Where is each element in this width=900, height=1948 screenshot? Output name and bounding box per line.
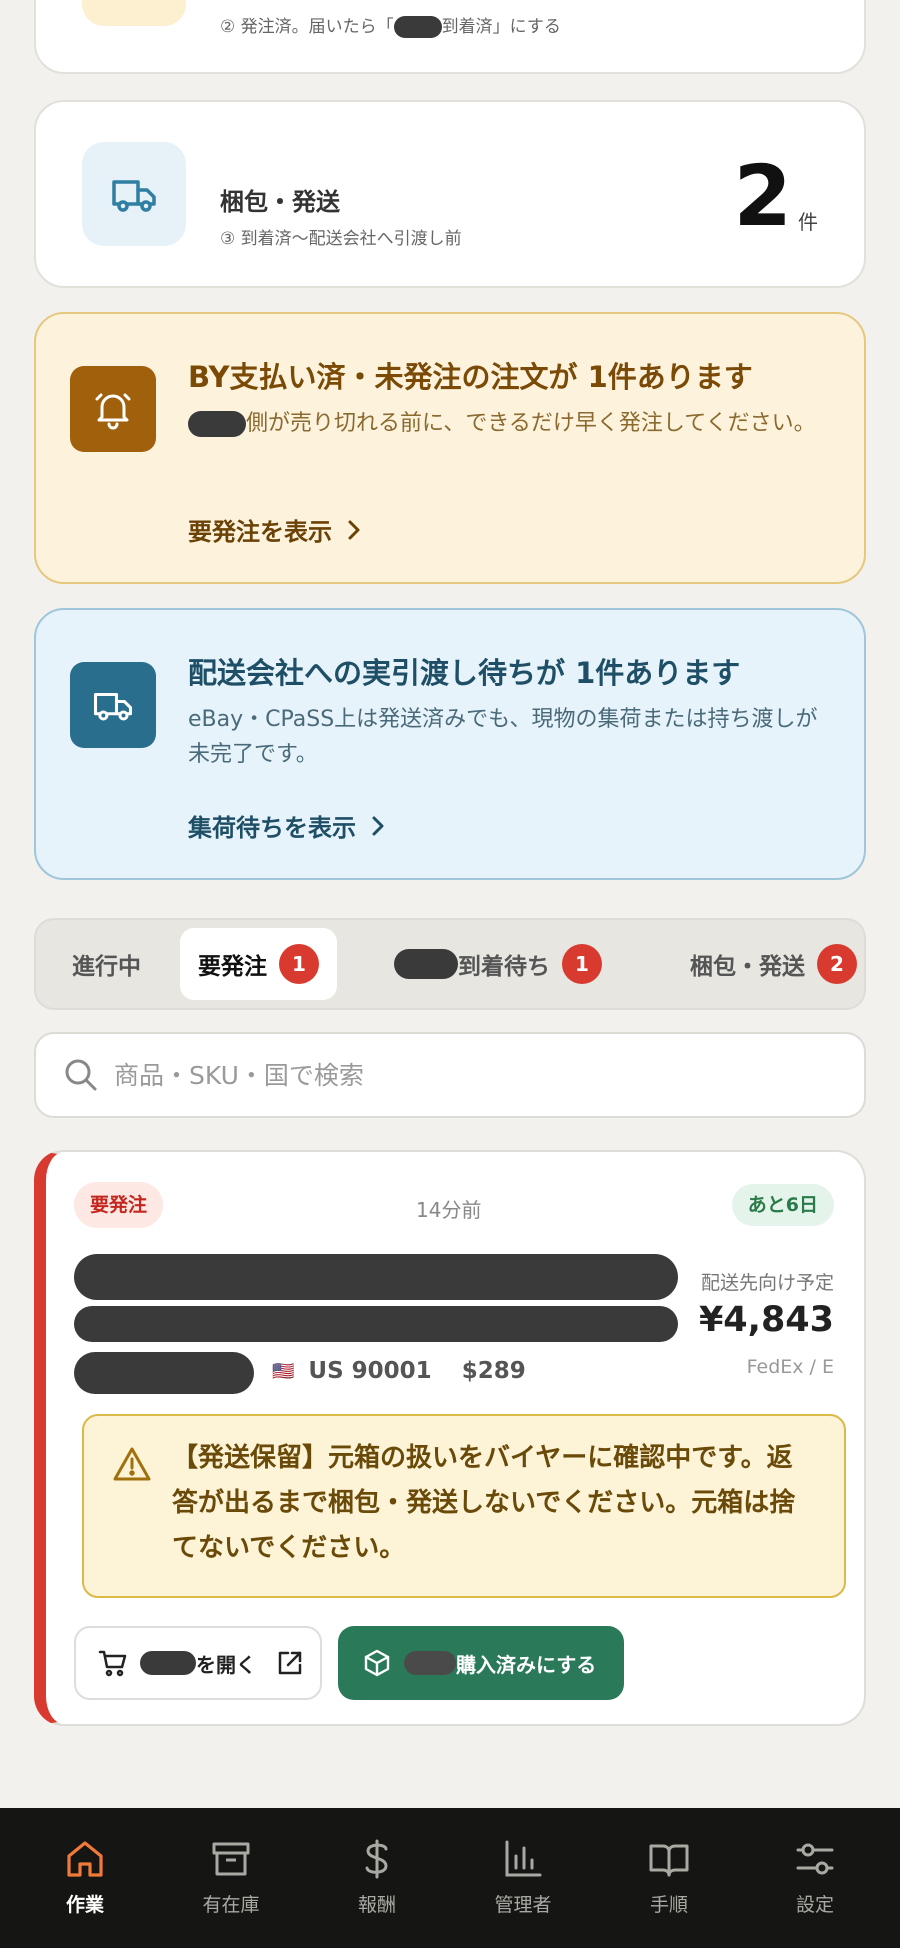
count-badge: 2 [817,944,857,984]
box-check-icon [364,1649,390,1677]
nav-item-stock[interactable]: 有在庫 [158,1838,304,1917]
tab-order-needed[interactable]: 要発注 1 [180,928,337,1000]
stat-icon-box [82,0,186,26]
alert-body: eBay・CPaSS上は発送済みでも、現物の集荷または持ち渡しが未完了です。 [188,707,818,767]
redacted-text [140,1651,196,1675]
product-title-redacted [74,1306,678,1342]
show-pickup-pending-link[interactable]: 集荷待ちを表示 [188,808,386,843]
nav-label: 手順 [649,1894,688,1916]
chevron-right-icon [348,520,360,539]
alert-icon-box [70,366,156,452]
flag-icon: 🇺🇸 [272,1360,295,1382]
dollar-icon [365,1839,388,1879]
tab-label: 梱包・発送 [690,954,805,980]
sliders-icon [796,1843,834,1875]
cart-icon [98,1650,127,1677]
nav-item-work[interactable]: 作業 [12,1838,158,1917]
shipping-label: 配送先向け予定 [700,1272,834,1294]
nav-label: 有在庫 [202,1894,260,1916]
warning-icon [113,1447,151,1481]
tab-label: 進行中 [72,954,141,980]
open-store-button[interactable]: を開く [74,1626,322,1700]
nav-item-settings[interactable]: 設定 [742,1838,888,1917]
status-badge: 要発注 [74,1182,164,1228]
show-order-needed-link[interactable]: 要発注を表示 [188,512,362,547]
stat-card-ordered[interactable]: ② 発注済。届いたら「到着済」にする 1 件 [34,0,866,74]
stat-subtitle: ② 発注済。届いたら「 到着済」にする [220,16,561,38]
search-bar [34,1032,866,1118]
truck-icon [93,692,133,721]
nav-label: 管理者 [494,1894,552,1916]
carrier: FedEx / E [746,1356,834,1378]
button-label: 購入済みにする [456,1652,597,1677]
tab-label: 到着待ち [458,954,550,980]
search-input[interactable] [114,1060,814,1090]
nav-item-guide[interactable]: 手順 [596,1838,742,1917]
home-icon [67,1841,103,1877]
shipping-hold-warning: 【発送保留】元箱の扱いをバイヤーに確認中です。返答が出るまで梱包・発送しないでく… [82,1414,846,1598]
tab-label: 要発注 [198,954,267,980]
count-badge: 1 [562,944,602,984]
stat-count: 2 [733,147,792,245]
order-time: 14分前 [416,1198,482,1222]
truck-icon [112,180,156,212]
nav-item-admin[interactable]: 管理者 [450,1838,596,1917]
mark-purchased-button[interactable]: 購入済みにする [338,1626,624,1700]
alert-pickup-pending: 配送会社への実引渡し待ちが 1件あります eBay・CPaSS上は発送済みでも、… [34,608,866,880]
count-badge: 1 [279,944,319,984]
alert-title: 配送会社への実引渡し待ちが 1件あります [188,656,741,690]
stat-count: 1 [734,0,792,2]
nav-label: 作業 [65,1894,104,1916]
redacted-text [394,949,458,979]
alert-body: 側が売り切れる前に、できるだけ早く発注してください。 [188,406,828,441]
chevron-right-icon [372,816,384,835]
stat-icon-box [82,142,186,246]
tab-awaiting-arrival[interactable]: 到着待ち 1 [376,928,620,1000]
button-label: を開く [196,1652,256,1677]
redacted-text [404,1651,456,1675]
warning-text: 【発送保留】元箱の扱いをバイヤーに確認中です。返答が出るまで梱包・発送しないでく… [172,1443,796,1563]
order-card[interactable]: 要発注 14分前 あと6日 🇺🇸 US 90001 $289 配送先向け予定 ¥… [34,1150,866,1726]
tab-packing-shipping[interactable]: 梱包・発送 2 [672,928,864,1000]
destination-info: 🇺🇸 US 90001 $289 [272,1358,526,1384]
nav-label: 設定 [795,1894,834,1916]
redacted-text [393,16,442,38]
nav-item-reward[interactable]: 報酬 [304,1838,450,1917]
alert-icon-box [70,662,156,748]
nav-label: 報酬 [357,1894,396,1916]
destination: US 90001 [308,1358,432,1384]
alert-order-needed: BY支払い済・未発注の注文が 1件あります 側が売り切れる前に、できるだけ早く発… [34,312,866,584]
book-icon [649,1844,689,1877]
alert-title: BY支払い済・未発注の注文が 1件あります [188,360,753,394]
redacted-text [188,411,246,437]
stat-subtitle: ③ 到着済〜配送会社へ引渡し前 [220,229,462,249]
alert-link-label: 要発注を表示 [188,518,332,546]
sku-redacted [74,1352,254,1394]
deadline-badge: あと6日 [731,1184,834,1226]
stat-title: 梱包・発送 [220,188,340,216]
status-tabs: 進行中 要発注 1 到着待ち 1 梱包・発送 2 [34,918,866,1010]
product-title-redacted [74,1254,678,1300]
shipping-price: ¥4,843 [698,1300,834,1340]
alert-link-label: 集荷待ちを表示 [188,814,356,842]
stat-unit: 件 [798,210,818,234]
search-icon [65,1059,97,1091]
bell-icon [95,393,131,430]
bottom-nav: 作業 有在庫 報酬 管理者 手順 設定 [0,1808,900,1948]
archive-icon [212,1842,250,1876]
tab-in-progress[interactable]: 進行中 [54,928,159,1000]
external-link-icon [278,1651,302,1675]
bar-chart-icon [505,1840,542,1877]
order-amount: $289 [461,1358,526,1384]
stat-card-packing[interactable]: 梱包・発送 ③ 到着済〜配送会社へ引渡し前 2 件 [34,100,866,288]
